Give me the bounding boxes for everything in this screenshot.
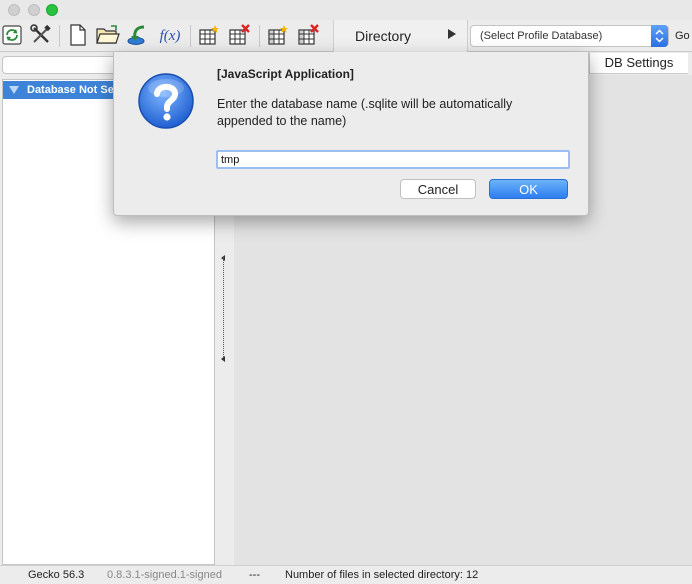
wrench-screwdriver-icon — [30, 23, 52, 49]
toolbar-separator — [259, 25, 260, 47]
select-arrows-icon — [651, 25, 668, 47]
table-new-icon — [198, 24, 220, 49]
window-close-button[interactable] — [8, 4, 20, 16]
ok-button[interactable]: OK — [489, 179, 568, 199]
expand-triangle-icon[interactable] — [9, 86, 19, 94]
window-titlebar — [0, 0, 692, 20]
status-separator: --- — [249, 569, 260, 581]
new-document-icon — [69, 23, 87, 49]
attach-arrow-icon — [126, 24, 150, 49]
toolbar-separator — [59, 25, 60, 47]
tools-button[interactable] — [29, 23, 53, 49]
window-zoom-button[interactable] — [46, 4, 58, 16]
profile-database-select[interactable]: (Select Profile Database) — [470, 25, 669, 47]
db-settings-tab[interactable]: DB Settings — [589, 53, 688, 74]
index-new-icon — [267, 24, 289, 49]
functions-button[interactable]: f(x) — [156, 23, 184, 49]
refresh-button[interactable] — [0, 23, 24, 49]
go-button[interactable]: Go — [675, 30, 690, 42]
play-arrow-icon — [448, 29, 456, 39]
status-engine: Gecko 56.3 — [28, 569, 85, 581]
database-name-input[interactable] — [216, 150, 570, 169]
drop-table-button[interactable] — [227, 23, 251, 49]
open-folder-icon — [96, 24, 120, 48]
create-index-button[interactable] — [266, 23, 290, 49]
attach-database-button[interactable] — [126, 23, 150, 49]
toolbar-separator — [190, 25, 191, 47]
status-bar: Gecko 56.3 0.8.3.1-signed.1-signed --- N… — [0, 565, 692, 584]
create-table-button[interactable] — [197, 23, 221, 49]
open-database-button[interactable] — [96, 23, 120, 49]
search-input[interactable] — [2, 56, 122, 74]
status-version: 0.8.3.1-signed.1-signed — [107, 569, 222, 581]
collapse-left-icon[interactable] — [221, 356, 225, 362]
dialog-message: Enter the database name (.sqlite will be… — [217, 97, 513, 128]
dialog-title: [JavaScript Application] — [217, 67, 354, 81]
directory-button[interactable]: Directory — [333, 20, 468, 52]
tree-root-label: Database Not Se — [27, 84, 114, 96]
refresh-icon — [2, 24, 22, 48]
drop-index-button[interactable] — [296, 23, 320, 49]
cancel-button[interactable]: Cancel — [400, 179, 476, 199]
profile-select-value: (Select Profile Database) — [480, 30, 603, 42]
splitter-grip — [223, 257, 224, 357]
question-mark-icon — [137, 72, 195, 130]
directory-label: Directory — [355, 28, 412, 44]
index-delete-icon — [297, 23, 319, 49]
function-icon: f(x) — [159, 27, 181, 44]
status-file-count: Number of files in selected directory: 1… — [285, 569, 479, 581]
table-delete-icon — [228, 23, 250, 49]
new-database-button[interactable] — [66, 23, 90, 49]
prompt-dialog: [JavaScript Application] Enter the datab… — [113, 52, 589, 216]
window-minimize-button[interactable] — [28, 4, 40, 16]
